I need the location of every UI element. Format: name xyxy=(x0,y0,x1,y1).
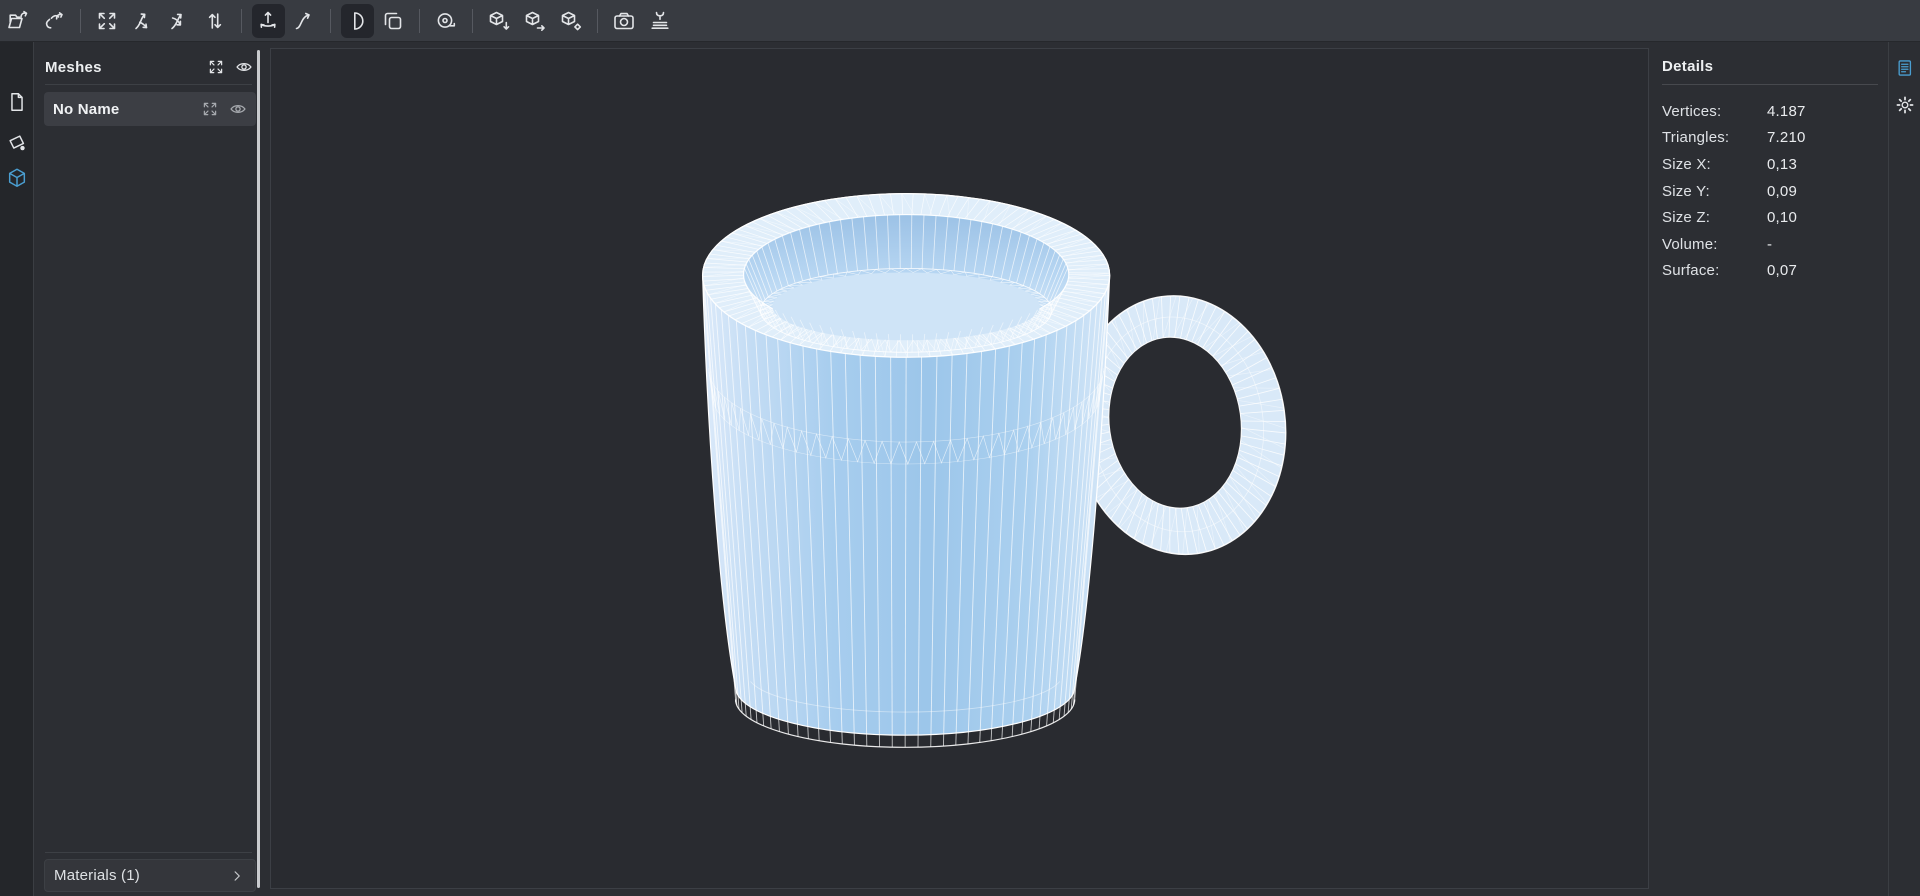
viewport xyxy=(270,48,1649,889)
details-row-value: 4.187 xyxy=(1767,102,1806,120)
link-import-icon xyxy=(45,11,63,29)
rail-sketch-button[interactable] xyxy=(5,131,29,155)
details-row-value: 0,10 xyxy=(1767,209,1797,227)
meshes-panel-title: Meshes xyxy=(45,58,102,76)
details-row-label: Triangles: xyxy=(1662,129,1730,147)
expand-arrows-icon xyxy=(209,60,223,74)
duplicate-icon xyxy=(384,12,402,29)
materials-row[interactable]: Materials (1) xyxy=(44,859,256,892)
settings-button[interactable] xyxy=(1894,94,1916,116)
details-row: Surface: 0,07 xyxy=(1662,258,1880,285)
printer-3d-icon xyxy=(651,11,669,29)
cube-export-down-button[interactable] xyxy=(483,4,516,38)
curve-arrow-icon xyxy=(295,12,310,29)
details-row-label: Vertices: xyxy=(1662,102,1722,120)
details-row-value: 0,13 xyxy=(1767,155,1797,173)
details-row-label: Surface: xyxy=(1662,262,1720,280)
clip-plane-button[interactable] xyxy=(340,3,374,38)
merge-arrows-icon xyxy=(171,13,182,29)
toggle-mesh-visibility-button[interactable] xyxy=(228,99,248,119)
swap-vertical-icon xyxy=(208,12,222,29)
split-arrows-icon xyxy=(135,12,148,29)
duplicate-button[interactable] xyxy=(377,4,410,38)
fit-view-icon xyxy=(98,12,116,29)
details-row-label: Volume: xyxy=(1662,235,1718,253)
measure-tape-button[interactable] xyxy=(430,4,463,38)
printer-3d-button[interactable] xyxy=(644,4,677,38)
left-rail xyxy=(0,42,34,896)
panel-splitter[interactable] xyxy=(257,50,260,888)
toolbar-divider xyxy=(472,8,473,33)
toolbar-divider xyxy=(241,8,242,33)
details-row-value: 0,07 xyxy=(1767,262,1797,280)
clip-plane-icon xyxy=(354,11,364,30)
open-file-icon xyxy=(8,10,28,28)
cube-export-right-button[interactable] xyxy=(519,4,552,38)
merge-arrows-button[interactable] xyxy=(163,4,196,38)
camera-icon xyxy=(614,12,634,29)
right-rail xyxy=(1888,42,1920,896)
fit-view-button[interactable] xyxy=(91,4,124,38)
meshes-panel: Meshes No Name Materials (1) xyxy=(35,42,262,896)
details-panel: Details Vertices: 4.187 Triangles: 7.210 S… xyxy=(1652,42,1888,896)
details-row-value: 0,09 xyxy=(1767,182,1797,200)
details-rows: Vertices: 4.187 Triangles: 7.210 Size X: 0,… xyxy=(1662,98,1880,284)
mesh-canvas[interactable] xyxy=(271,49,1648,888)
cube-export-down-icon xyxy=(489,11,510,30)
details-row: Size Z: 0,10 xyxy=(1662,204,1880,231)
fit-all-button[interactable] xyxy=(206,57,226,77)
file-icon xyxy=(11,93,23,111)
split-arrows-button[interactable] xyxy=(127,4,160,38)
main-toolbar xyxy=(0,0,1920,42)
camera-button[interactable] xyxy=(608,4,641,38)
open-file-button[interactable] xyxy=(2,4,35,38)
measure-tape-icon xyxy=(437,12,456,28)
details-row: Vertices: 4.187 xyxy=(1662,98,1880,125)
details-row: Triangles: 7.210 xyxy=(1662,125,1880,152)
toolbar-divider xyxy=(419,8,420,33)
rail-meshes-button[interactable] xyxy=(5,166,29,190)
details-row-label: Size Z: xyxy=(1662,209,1711,227)
toolbar-divider xyxy=(597,8,598,33)
cube-export-diamond-button[interactable] xyxy=(555,4,588,38)
settings-gear-icon xyxy=(1896,96,1914,114)
eye-icon xyxy=(236,62,252,72)
transform-anchor-icon xyxy=(260,11,276,28)
meshes-panel-header: Meshes xyxy=(45,54,254,80)
details-row-value: 7.210 xyxy=(1767,129,1806,147)
expand-arrows-icon xyxy=(203,102,217,116)
details-row: Size Y: 0,09 xyxy=(1662,178,1880,205)
details-row: Size X: 0,13 xyxy=(1662,151,1880,178)
mesh-list-item[interactable]: No Name xyxy=(44,92,256,126)
details-title: Details xyxy=(1662,58,1714,75)
link-import-button[interactable] xyxy=(38,4,71,38)
details-row-label: Size X: xyxy=(1662,155,1711,173)
fit-mesh-button[interactable] xyxy=(200,99,220,119)
toggle-all-visibility-button[interactable] xyxy=(234,57,254,77)
details-row-value: - xyxy=(1767,235,1773,253)
panel-divider xyxy=(1662,84,1878,85)
swap-vertical-button[interactable] xyxy=(199,4,232,38)
sketch-plane-icon xyxy=(9,135,25,151)
rail-file-button[interactable] xyxy=(5,90,29,114)
details-row-label: Size Y: xyxy=(1662,182,1710,200)
panel-divider xyxy=(45,84,252,85)
cube-icon xyxy=(8,168,26,187)
eye-icon xyxy=(230,104,246,114)
mesh-item-label: No Name xyxy=(53,100,120,118)
toolbar-divider xyxy=(80,8,81,33)
panel-divider xyxy=(45,852,252,853)
toolbar-divider xyxy=(330,8,331,33)
curve-arrow-button[interactable] xyxy=(288,4,321,38)
cube-export-diamond-icon xyxy=(561,11,582,30)
details-panel-icon xyxy=(1898,60,1912,76)
chevron-right-icon xyxy=(227,866,247,886)
details-row: Volume: - xyxy=(1662,231,1880,258)
details-panel-button[interactable] xyxy=(1894,57,1916,79)
transform-anchor-button[interactable] xyxy=(251,3,285,38)
cube-export-right-icon xyxy=(525,11,545,31)
materials-label: Materials (1) xyxy=(54,867,140,884)
